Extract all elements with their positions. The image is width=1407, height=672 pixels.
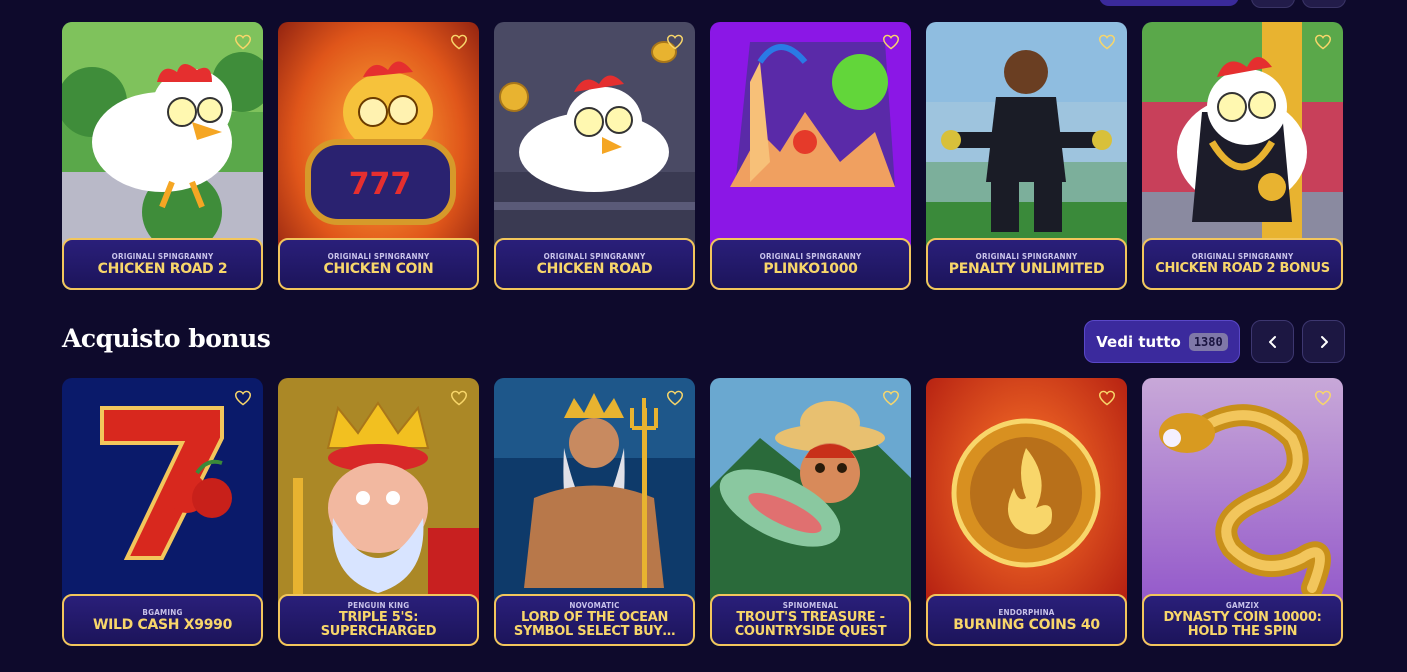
game-card[interactable]: Gamzix Dynasty Coin 10000: Hold the Spin xyxy=(1142,378,1343,646)
game-card[interactable]: Originali Spingranny Chicken Road xyxy=(494,22,695,290)
view-all-button[interactable]: Vedi tutto 1380 xyxy=(1084,320,1240,363)
previous-section-prev-button[interactable] xyxy=(1251,0,1295,8)
game-label: Originali Spingranny Chicken Road xyxy=(494,238,695,290)
game-title: Dynasty Coin 10000: Hold the Spin xyxy=(1163,610,1322,639)
favorite-heart-icon[interactable] xyxy=(233,388,253,408)
game-card[interactable]: 777 Originali Spingranny Chicken Coin xyxy=(278,22,479,290)
game-card[interactable]: Originali Spingranny Plinko1000 xyxy=(710,22,911,290)
game-label: Novomatic Lord of the Ocean Symbol Selec… xyxy=(494,594,695,646)
game-card[interactable]: BGaming Wild Cash x9990 xyxy=(62,378,263,646)
game-card[interactable]: Novomatic Lord of the Ocean Symbol Selec… xyxy=(494,378,695,646)
favorite-heart-icon[interactable] xyxy=(665,388,685,408)
game-provider: Originali Spingranny xyxy=(975,251,1078,261)
game-title: Triple 5's: Supercharged xyxy=(320,610,437,639)
favorite-heart-icon[interactable] xyxy=(1313,388,1333,408)
chevron-left-icon xyxy=(1268,335,1276,348)
carousel-next-button[interactable] xyxy=(1302,320,1345,363)
game-provider: Originali Spingranny xyxy=(327,251,430,261)
game-label: Endorphina Burning Coins 40 xyxy=(926,594,1127,646)
game-card[interactable]: Originali Spingranny Chicken Road 2 Bonu… xyxy=(1142,22,1343,290)
game-card[interactable]: Originali Spingranny Penalty Unlimited xyxy=(926,22,1127,290)
game-card[interactable]: Penguin King Triple 5's: Supercharged xyxy=(278,378,479,646)
game-label: Spinomenal Trout's Treasure - Countrysid… xyxy=(710,594,911,646)
favorite-heart-icon[interactable] xyxy=(881,388,901,408)
game-title: Penalty Unlimited xyxy=(948,260,1105,277)
game-card[interactable]: Originali Spingranny Chicken Road 2 xyxy=(62,22,263,290)
game-label: Originali Spingranny Plinko1000 xyxy=(710,238,911,290)
favorite-heart-icon[interactable] xyxy=(665,32,685,52)
favorite-heart-icon[interactable] xyxy=(1313,32,1333,52)
game-label: Originali Spingranny Penalty Unlimited xyxy=(926,238,1127,290)
game-provider: Originali Spingranny xyxy=(111,251,214,261)
svg-text:777: 777 xyxy=(349,167,412,202)
game-provider: BGaming xyxy=(142,607,183,617)
view-all-label: Vedi tutto xyxy=(1096,332,1181,351)
game-title: Wild Cash x9990 xyxy=(92,616,233,633)
favorite-heart-icon[interactable] xyxy=(449,32,469,52)
game-provider: Originali Spingranny xyxy=(543,251,646,261)
game-provider: Originali Spingranny xyxy=(759,251,862,261)
previous-section-next-button[interactable] xyxy=(1302,0,1346,8)
favorite-heart-icon[interactable] xyxy=(881,32,901,52)
game-title: Trout's Treasure - Countryside Quest xyxy=(734,610,887,639)
favorite-heart-icon[interactable] xyxy=(233,32,253,52)
game-label: Gamzix Dynasty Coin 10000: Hold the Spin xyxy=(1142,594,1343,646)
game-row-originals: Originali Spingranny Chicken Road 2 xyxy=(62,22,1343,290)
game-title: Burning Coins 40 xyxy=(953,616,1100,633)
game-provider: Endorphina xyxy=(998,607,1055,617)
game-label: Penguin King Triple 5's: Supercharged xyxy=(278,594,479,646)
game-count-badge: 1380 xyxy=(1188,332,1228,351)
game-title: Chicken Road 2 xyxy=(97,260,228,277)
favorite-heart-icon[interactable] xyxy=(449,388,469,408)
game-row-bonus-buy: BGaming Wild Cash x9990 Pen xyxy=(62,378,1343,646)
game-title: Chicken Coin xyxy=(323,260,434,277)
chevron-right-icon xyxy=(1320,335,1328,348)
section-title: Acquisto bonus xyxy=(62,324,271,353)
favorite-heart-icon[interactable] xyxy=(1097,388,1117,408)
game-title: Lord of the Ocean Symbol Select Buy… xyxy=(513,610,676,639)
game-title: Chicken Road 2 Bonus xyxy=(1155,261,1330,276)
game-label: Originali Spingranny Chicken Road 2 xyxy=(62,238,263,290)
game-card[interactable]: Spinomenal Trout's Treasure - Countrysid… xyxy=(710,378,911,646)
game-label: Originali Spingranny Chicken Road 2 Bonu… xyxy=(1142,238,1343,290)
previous-section-view-all-button[interactable] xyxy=(1099,0,1239,6)
game-label: Originali Spingranny Chicken Coin xyxy=(278,238,479,290)
casino-page: Originali Spingranny Chicken Road 2 xyxy=(0,0,1407,672)
carousel-prev-button[interactable] xyxy=(1251,320,1294,363)
game-title: Plinko1000 xyxy=(763,260,858,277)
game-card[interactable]: Endorphina Burning Coins 40 xyxy=(926,378,1127,646)
favorite-heart-icon[interactable] xyxy=(1097,32,1117,52)
game-label: BGaming Wild Cash x9990 xyxy=(62,594,263,646)
game-title: Chicken Road xyxy=(536,260,653,277)
